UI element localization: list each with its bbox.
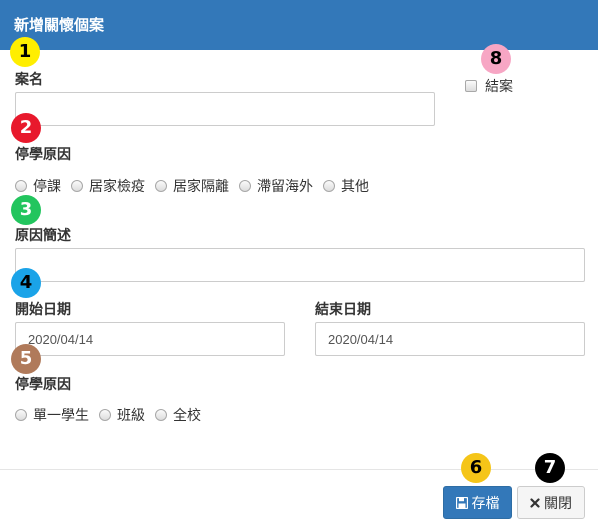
radio-option-home-isolation[interactable]: 居家隔離 xyxy=(155,176,229,196)
radio-button[interactable] xyxy=(15,180,27,192)
radio-option-stranded-abroad[interactable]: 滯留海外 xyxy=(239,176,313,196)
floppy-disk-icon xyxy=(455,496,468,509)
radio-button[interactable] xyxy=(155,180,167,192)
suspension-reason-label: 停學原因 xyxy=(15,146,71,162)
radio-button[interactable] xyxy=(99,409,111,421)
radio-option-class[interactable]: 班級 xyxy=(99,405,145,425)
case-closed-label: 結案 xyxy=(485,78,513,94)
radio-option-whole-school[interactable]: 全校 xyxy=(155,405,201,425)
case-closed-checkbox[interactable]: 結案 xyxy=(465,76,513,96)
annotation-badge: 2 xyxy=(11,113,41,143)
modal-title: 新增關懷個案 xyxy=(14,17,105,34)
radio-label: 單一學生 xyxy=(33,407,89,423)
scope-radio-group: 單一學生 班級 全校 xyxy=(15,405,211,425)
radio-label: 滯留海外 xyxy=(257,178,313,194)
radio-label: 停課 xyxy=(33,178,61,194)
radio-button[interactable] xyxy=(323,180,335,192)
save-button-label: 存檔 xyxy=(471,494,500,511)
reason-description-input[interactable] xyxy=(15,248,585,282)
annotation-badge: 3 xyxy=(11,195,41,225)
radio-label: 班級 xyxy=(117,407,145,423)
footer-divider xyxy=(0,469,598,470)
case-name-input[interactable] xyxy=(15,92,435,126)
radio-label: 其他 xyxy=(341,178,369,194)
annotation-badge: 1 xyxy=(10,37,40,67)
radio-button[interactable] xyxy=(239,180,251,192)
radio-option-home-quarantine[interactable]: 居家檢疫 xyxy=(71,176,145,196)
end-date-input[interactable] xyxy=(315,322,585,356)
start-date-label: 開始日期 xyxy=(15,301,71,317)
radio-label: 全校 xyxy=(173,407,201,423)
start-date-input[interactable] xyxy=(15,322,285,356)
suspension-reason-radio-group: 停課 居家檢疫 居家隔離 滯留海外 其他 xyxy=(15,176,379,196)
annotation-badge: 4 xyxy=(11,268,41,298)
radio-option-class-suspended[interactable]: 停課 xyxy=(15,176,61,196)
radio-button[interactable] xyxy=(15,409,27,421)
modal-header: 新增關懷個案 xyxy=(0,0,598,50)
save-button[interactable]: 存檔 xyxy=(443,486,512,519)
case-name-label: 案名 xyxy=(15,71,43,87)
end-date-label: 結束日期 xyxy=(315,301,371,317)
radio-option-other[interactable]: 其他 xyxy=(323,176,369,196)
reason-description-label: 原因簡述 xyxy=(15,227,71,243)
close-button[interactable]: 關閉 xyxy=(517,486,585,519)
annotation-badge: 8 xyxy=(481,44,511,74)
annotation-badge: 7 xyxy=(535,453,565,483)
annotation-badge: 5 xyxy=(11,344,41,374)
close-button-label: 關閉 xyxy=(544,494,572,511)
radio-option-single-student[interactable]: 單一學生 xyxy=(15,405,89,425)
radio-button[interactable] xyxy=(71,180,83,192)
x-icon xyxy=(530,497,540,508)
radio-label: 居家隔離 xyxy=(173,178,229,194)
radio-button[interactable] xyxy=(155,409,167,421)
scope-label: 停學原因 xyxy=(15,376,71,392)
checkbox-box[interactable] xyxy=(465,80,477,92)
annotation-badge: 6 xyxy=(461,453,491,483)
radio-label: 居家檢疫 xyxy=(89,178,145,194)
